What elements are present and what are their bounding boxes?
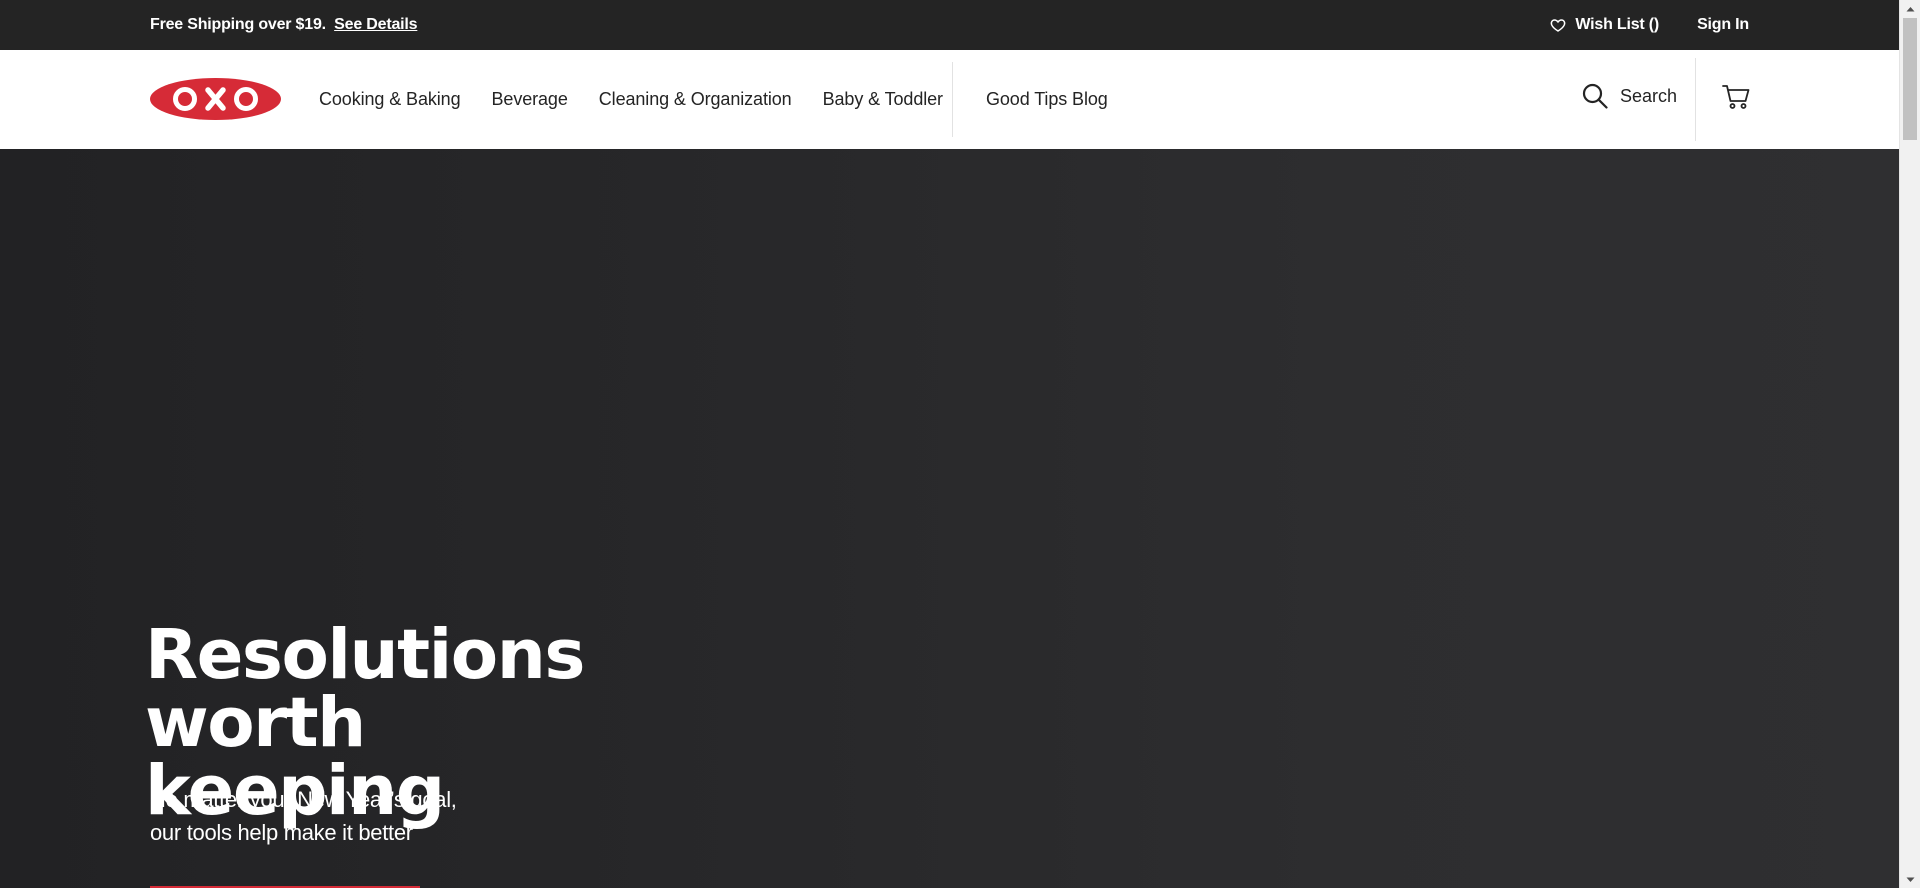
scroll-down-arrow-icon[interactable] bbox=[1900, 871, 1920, 888]
nav-good-tips-blog[interactable]: Good Tips Blog bbox=[986, 89, 1108, 110]
main-nav: Cooking & Baking Beverage Cleaning & Org… bbox=[319, 50, 943, 149]
promo-bar: Free Shipping over $19. See Details Wish… bbox=[0, 0, 1899, 50]
heart-icon bbox=[1551, 19, 1566, 32]
hero-title-line-1: Resolutions bbox=[145, 615, 585, 695]
header-divider bbox=[1695, 58, 1696, 141]
nav-beverage[interactable]: Beverage bbox=[492, 89, 568, 110]
promo-text: Free Shipping over $19. bbox=[150, 16, 326, 33]
wishlist-link[interactable]: Wish List () bbox=[1550, 16, 1659, 34]
search-icon bbox=[1582, 83, 1608, 109]
see-details-link[interactable]: See Details bbox=[334, 16, 417, 33]
promo-message: Free Shipping over $19. See Details bbox=[150, 16, 418, 34]
hero-banner: Resolutions worth keeping No matter your… bbox=[0, 149, 1899, 888]
wishlist-label: Wish List () bbox=[1575, 16, 1660, 33]
hero-subtitle: No matter your New Year’s goal, our tool… bbox=[150, 783, 510, 849]
hero-subtitle-line-1: No matter your New Year’s goal, bbox=[150, 787, 457, 812]
scroll-up-arrow-icon[interactable] bbox=[1900, 0, 1920, 17]
nav-baby-toddler[interactable]: Baby & Toddler bbox=[823, 89, 943, 110]
utility-links: Wish List () Sign In bbox=[1550, 16, 1749, 34]
nav-cleaning-organization[interactable]: Cleaning & Organization bbox=[599, 89, 792, 110]
sign-in-link[interactable]: Sign In bbox=[1697, 16, 1749, 34]
search-label: Search bbox=[1620, 85, 1678, 106]
scroll-thumb[interactable] bbox=[1903, 18, 1917, 140]
nav-cooking-baking[interactable]: Cooking & Baking bbox=[319, 89, 461, 110]
oxo-logo[interactable] bbox=[150, 78, 281, 120]
hero-subtitle-line-2: our tools help make it better bbox=[150, 820, 413, 845]
nav-divider bbox=[952, 62, 953, 137]
cart-icon[interactable] bbox=[1722, 84, 1750, 110]
site-header: Cooking & Baking Beverage Cleaning & Org… bbox=[0, 50, 1899, 149]
search-button[interactable]: Search bbox=[1582, 83, 1677, 109]
page-scrollbar[interactable] bbox=[1899, 0, 1920, 888]
nav-blog-wrap: Good Tips Blog bbox=[986, 50, 1108, 149]
